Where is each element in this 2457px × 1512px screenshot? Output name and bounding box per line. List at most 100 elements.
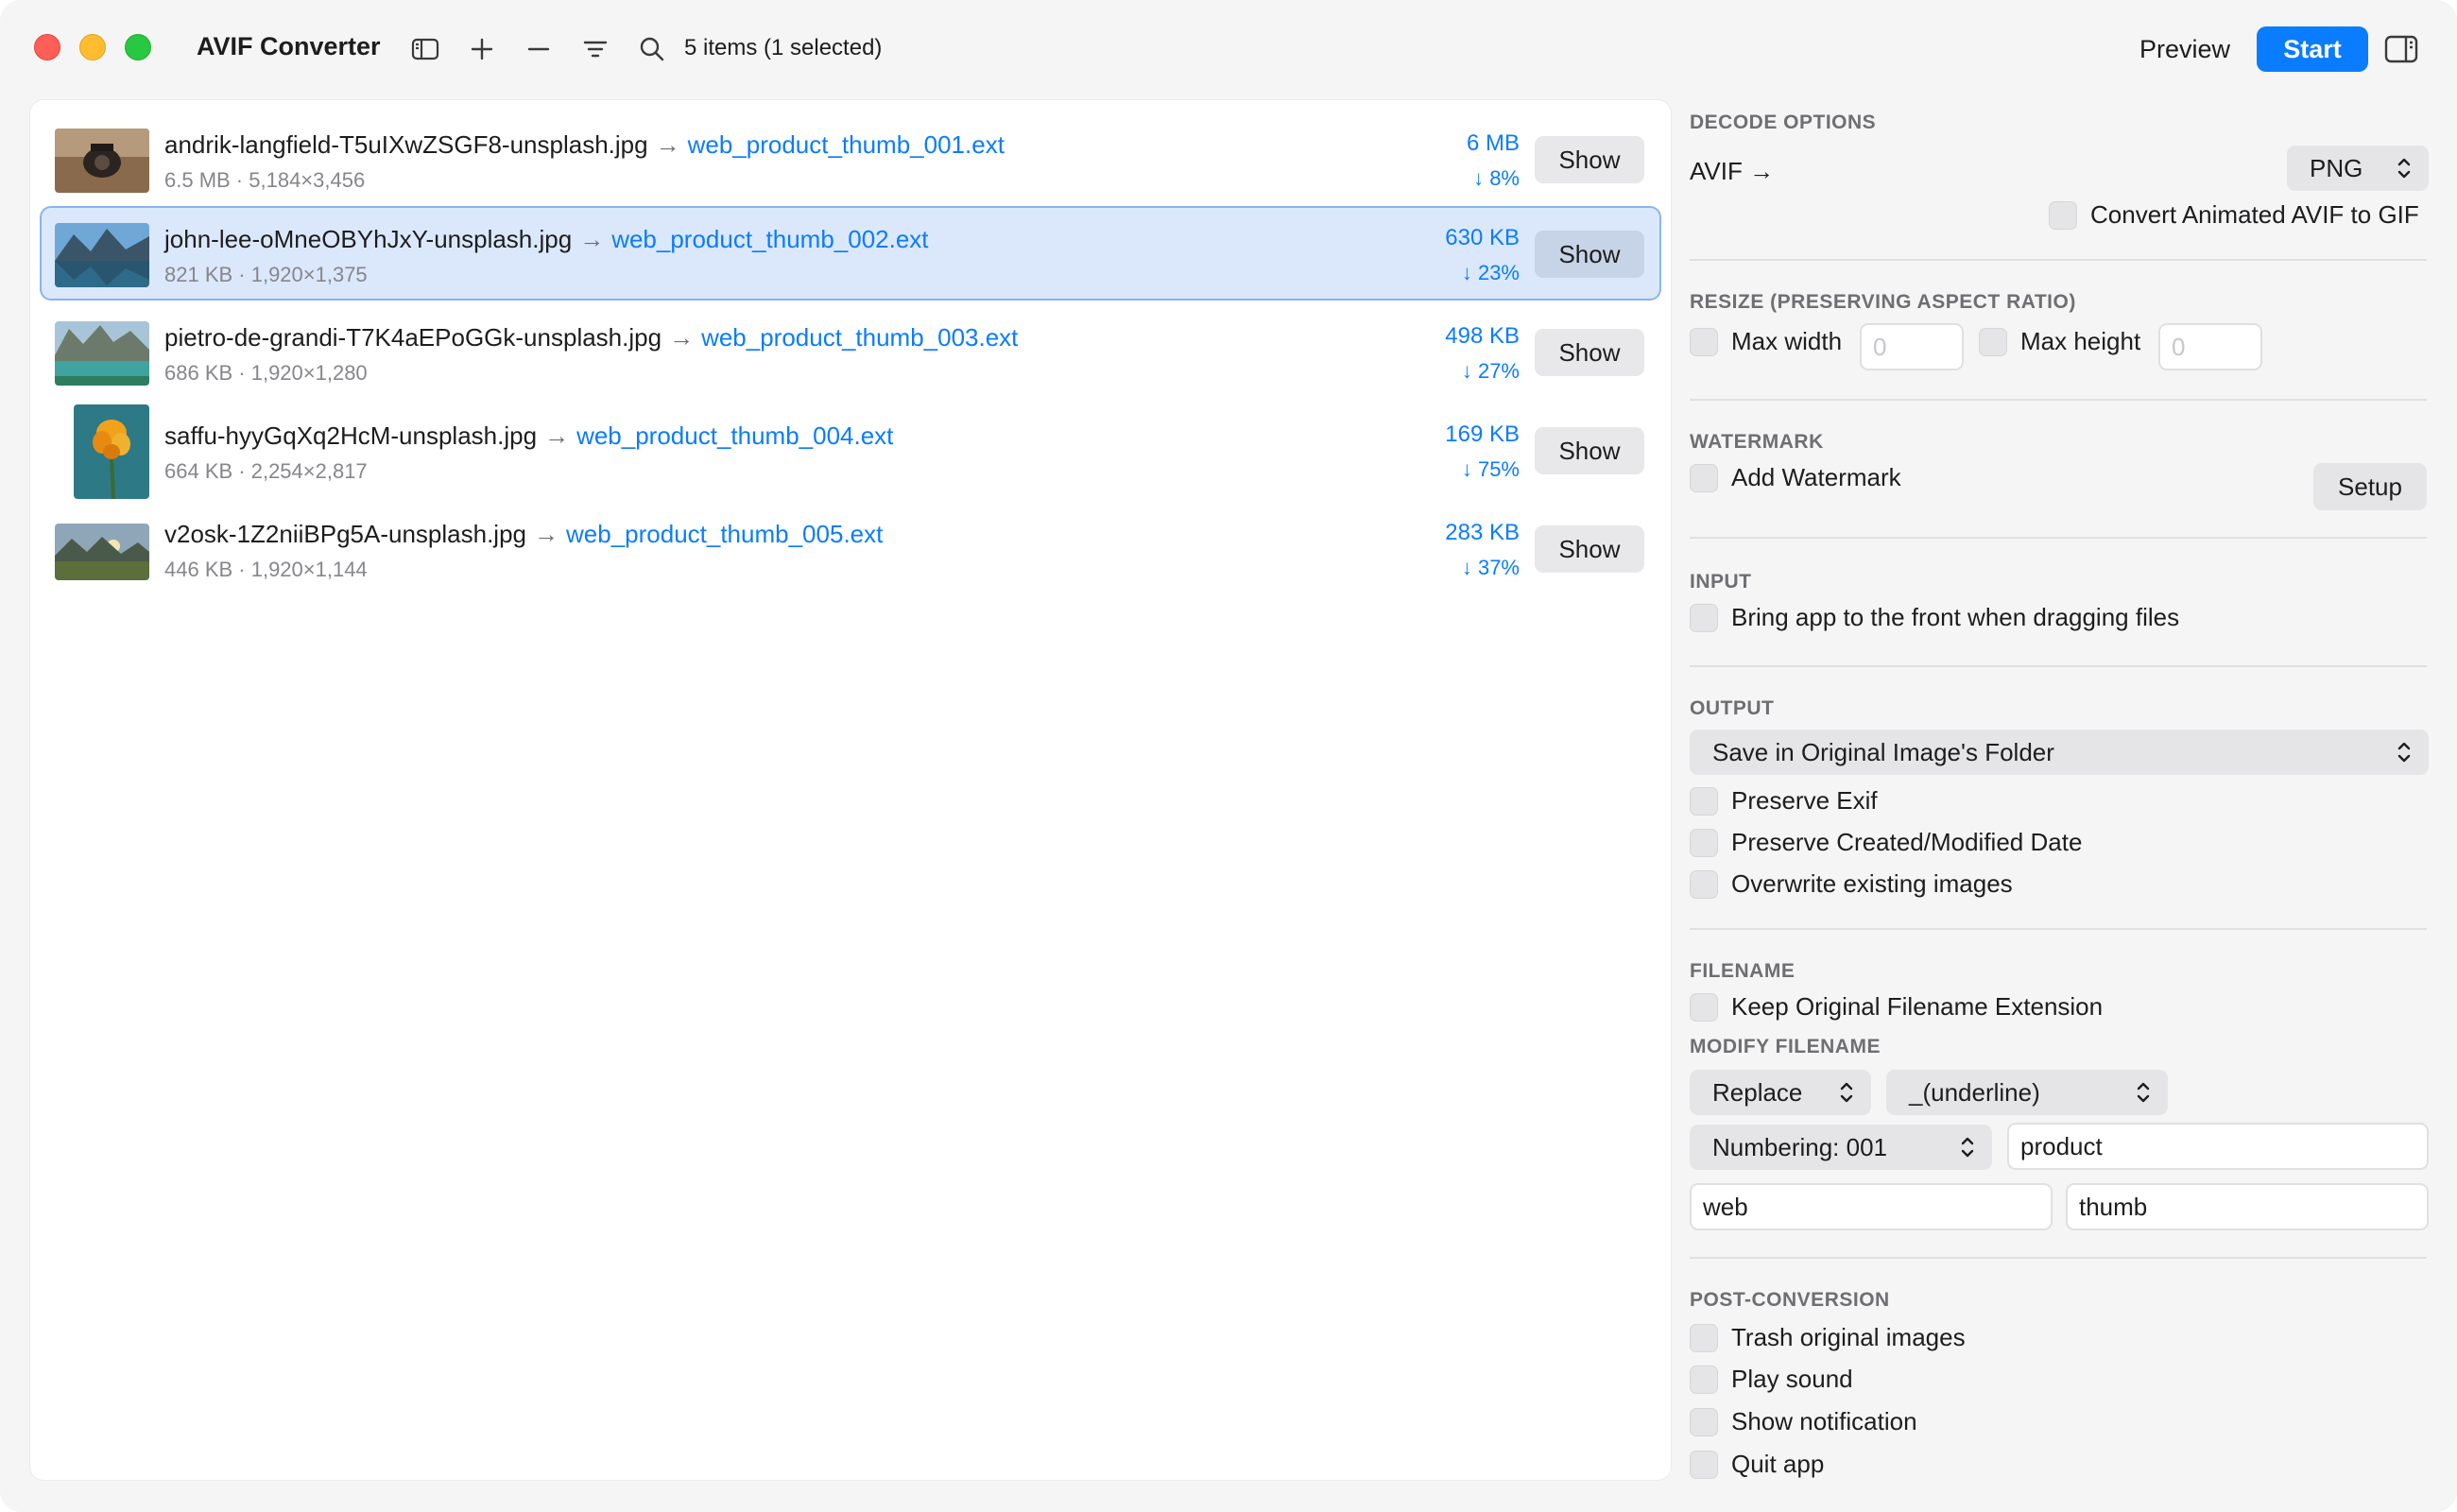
filename-thumb-field[interactable]: thumb: [2066, 1183, 2429, 1230]
max-width-input[interactable]: 0: [1860, 323, 1964, 370]
play-sound-option[interactable]: Play sound: [1690, 1365, 1853, 1394]
divider: [1690, 259, 2427, 261]
file-row[interactable]: pietro-de-grandi-T7K4aEPoGGk-unsplash.jp…: [40, 304, 1661, 399]
section-title-input: INPUT: [1690, 571, 1752, 593]
arrow-right-icon: →: [1749, 157, 1775, 185]
output-size: 283 KB: [1445, 520, 1520, 545]
output-filename[interactable]: web_product_thumb_003.ext: [701, 323, 1018, 352]
items-count: 5 items (1 selected): [684, 35, 883, 60]
section-title-resize: RESIZE (PRESERVING ASPECT RATIO): [1690, 291, 2076, 313]
quit-app-option[interactable]: Quit app: [1690, 1450, 1824, 1479]
preserve-exif-checkbox[interactable]: [1690, 786, 1718, 816]
output-filename[interactable]: web_product_thumb_005.ext: [566, 520, 883, 548]
file-meta: 686 KB · 1,920×1,280: [164, 361, 368, 385]
search-icon[interactable]: [633, 30, 671, 68]
source-filename: v2osk-1Z2niiBPg5A-unsplash.jpg: [164, 520, 526, 548]
preserve-exif-option[interactable]: Preserve Exif: [1690, 786, 1878, 816]
minimize-window-button[interactable]: [79, 34, 106, 60]
output-filename[interactable]: web_product_thumb_002.ext: [611, 225, 928, 253]
section-title-output: OUTPUT: [1690, 697, 1775, 719]
output-filename[interactable]: web_product_thumb_001.ext: [688, 130, 1005, 159]
file-row[interactable]: andrik-langfield-T5uIXwZSGF8-unsplash.jp…: [40, 112, 1661, 206]
divider: [1690, 665, 2427, 667]
close-window-button[interactable]: [34, 34, 60, 60]
source-filename: pietro-de-grandi-T7K4aEPoGGk-unsplash.jp…: [164, 323, 662, 352]
overwrite-checkbox[interactable]: [1690, 869, 1718, 899]
file-name-line: v2osk-1Z2niiBPg5A-unsplash.jpg → web_produ…: [164, 520, 883, 549]
output-size: 6 MB: [1466, 130, 1520, 156]
app-window: AVIF Converter 5 items (1 selected) Prev…: [0, 0, 2457, 1512]
file-meta: 6.5 MB · 5,184×3,456: [164, 168, 366, 192]
arrow-right-icon: →: [655, 130, 680, 159]
file-row[interactable]: v2osk-1Z2niiBPg5A-unsplash.jpg → web_produ…: [40, 501, 1661, 595]
size-reduction: ↓ 75%: [1461, 457, 1520, 481]
file-row[interactable]: saffu-hyyGqXq2HcM-unsplash.jpg → web_produ…: [40, 403, 1661, 499]
divider: [1690, 537, 2427, 539]
show-button[interactable]: Show: [1535, 525, 1644, 573]
start-button[interactable]: Start: [2257, 26, 2368, 72]
show-button[interactable]: Show: [1535, 427, 1644, 474]
chevron-updown-icon: [2397, 742, 2411, 763]
toolbar: AVIF Converter 5 items (1 selected) Prev…: [0, 0, 2457, 98]
section-title-decode: DECODE OPTIONS: [1690, 112, 1877, 133]
zoom-window-button[interactable]: [125, 34, 151, 60]
keep-extension-checkbox[interactable]: [1690, 992, 1718, 1022]
animated-gif-checkbox[interactable]: [2049, 200, 2077, 230]
size-reduction: ↓ 27%: [1461, 359, 1520, 383]
file-name-line: john-lee-oMneOBYhJxY-unsplash.jpg → web_pr…: [164, 225, 929, 254]
add-watermark-checkbox[interactable]: [1690, 463, 1718, 492]
output-filename[interactable]: web_product_thumb_004.ext: [576, 421, 893, 450]
bring-to-front-option[interactable]: Bring app to the front when dragging fil…: [1690, 603, 2179, 632]
show-button[interactable]: Show: [1535, 329, 1644, 376]
trash-originals-checkbox[interactable]: [1690, 1323, 1718, 1352]
animated-gif-option[interactable]: Convert Animated AVIF to GIF: [2049, 200, 2419, 230]
file-row[interactable]: john-lee-oMneOBYhJxY-unsplash.jpg → web_pr…: [40, 206, 1661, 301]
file-list: andrik-langfield-T5uIXwZSGF8-unsplash.jp…: [30, 100, 1671, 1480]
max-height-input[interactable]: 0: [2158, 323, 2262, 370]
max-height-checkbox[interactable]: [1979, 327, 2007, 356]
preview-button[interactable]: Preview: [2126, 28, 2243, 70]
add-watermark-option[interactable]: Add Watermark: [1690, 463, 1901, 492]
filename-mode-select[interactable]: Replace: [1690, 1070, 1871, 1115]
show-notification-option[interactable]: Show notification: [1690, 1407, 1917, 1436]
max-width-option[interactable]: Max width: [1690, 327, 1842, 356]
numbering-select[interactable]: Numbering: 001: [1690, 1125, 1992, 1170]
minus-icon[interactable]: [520, 30, 558, 68]
sidebar-left-icon[interactable]: [406, 30, 444, 68]
watermark-setup-button[interactable]: Setup: [2313, 463, 2427, 510]
show-button[interactable]: Show: [1535, 231, 1644, 278]
file-name-line: andrik-langfield-T5uIXwZSGF8-unsplash.jp…: [164, 130, 1005, 160]
preserve-dates-option[interactable]: Preserve Created/Modified Date: [1690, 828, 2082, 857]
source-filename: john-lee-oMneOBYhJxY-unsplash.jpg: [164, 225, 573, 253]
chevron-updown-icon: [1840, 1082, 1853, 1103]
filename-product-field[interactable]: product: [2007, 1123, 2429, 1170]
filename-web-field[interactable]: web: [1690, 1183, 2053, 1230]
quit-app-checkbox[interactable]: [1690, 1450, 1718, 1479]
divider: [1690, 399, 2427, 401]
output-location-select[interactable]: Save in Original Image's Folder: [1690, 730, 2429, 775]
sidebar-right-icon[interactable]: [2383, 32, 2419, 66]
section-title-post-conversion: POST-CONVERSION: [1690, 1289, 1890, 1311]
arrow-right-icon: →: [534, 520, 558, 548]
show-notification-checkbox[interactable]: [1690, 1407, 1718, 1436]
arrow-right-icon: →: [579, 225, 605, 253]
plus-icon[interactable]: [463, 30, 501, 68]
bring-to-front-checkbox[interactable]: [1690, 603, 1718, 632]
show-button[interactable]: Show: [1535, 136, 1644, 183]
settings-panel: DECODE OPTIONS AVIF → PNG Convert Animat…: [1690, 98, 2429, 1497]
list-filter-icon[interactable]: [576, 30, 614, 68]
output-size: 169 KB: [1445, 421, 1520, 447]
file-thumbnail: [55, 321, 149, 386]
output-size: 630 KB: [1445, 225, 1520, 250]
separator-select[interactable]: _(underline): [1886, 1070, 2168, 1115]
output-size: 498 KB: [1445, 323, 1520, 349]
play-sound-checkbox[interactable]: [1690, 1365, 1718, 1394]
max-height-option[interactable]: Max height: [1979, 327, 2140, 356]
overwrite-option[interactable]: Overwrite existing images: [1690, 869, 2013, 899]
preserve-dates-checkbox[interactable]: [1690, 828, 1718, 857]
file-meta: 664 KB · 2,254×2,817: [164, 459, 368, 483]
trash-originals-option[interactable]: Trash original images: [1690, 1323, 1966, 1352]
output-format-select[interactable]: PNG: [2287, 146, 2429, 191]
keep-extension-option[interactable]: Keep Original Filename Extension: [1690, 992, 2103, 1022]
max-width-checkbox[interactable]: [1690, 327, 1718, 356]
